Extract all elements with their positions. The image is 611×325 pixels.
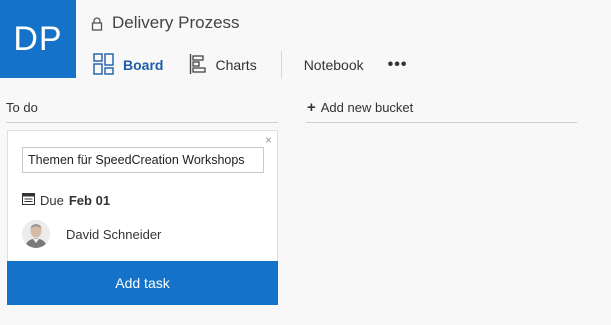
plan-avatar-tile: DP xyxy=(0,0,76,78)
more-button[interactable]: ••• xyxy=(388,52,408,78)
new-task-card: × Due Feb 01 xyxy=(7,130,278,305)
add-new-bucket-button[interactable]: + Add new bucket xyxy=(307,100,413,115)
tab-board-label: Board xyxy=(123,57,164,73)
plan-title: Delivery Prozess xyxy=(91,12,240,34)
bucket-divider-todo xyxy=(6,122,278,123)
more-icon: ••• xyxy=(387,56,408,73)
assignee-row[interactable]: David Schneider xyxy=(22,219,161,249)
view-nav: Board Charts Notebook ••• xyxy=(93,51,408,79)
close-icon[interactable]: × xyxy=(265,134,272,146)
tab-charts-label: Charts xyxy=(215,57,257,73)
plus-icon: + xyxy=(307,99,316,116)
bucket-divider-new xyxy=(306,122,577,123)
planner-board-view: DP Delivery Prozess Board Charts Noteboo… xyxy=(0,0,611,325)
task-title-input[interactable] xyxy=(22,147,264,173)
assignee-name: David Schneider xyxy=(66,226,162,242)
plan-title-text: Delivery Prozess xyxy=(112,13,240,32)
tab-notebook-label: Notebook xyxy=(303,57,364,73)
tab-notebook[interactable]: Notebook xyxy=(304,52,364,78)
tab-charts[interactable]: Charts xyxy=(189,52,257,78)
tab-board[interactable]: Board xyxy=(93,52,163,78)
due-date-value: Feb 01 xyxy=(68,192,111,208)
add-new-bucket-label: Add new bucket xyxy=(320,100,414,115)
charts-icon xyxy=(189,53,207,78)
lock-icon xyxy=(91,16,103,31)
nav-divider xyxy=(280,51,282,79)
bucket-title-todo[interactable]: To do xyxy=(6,100,38,116)
assignee-avatar xyxy=(22,220,50,248)
due-date-row[interactable]: Due Feb 01 xyxy=(22,192,110,208)
calendar-icon xyxy=(22,192,35,208)
add-task-button[interactable]: Add task xyxy=(7,261,278,305)
due-prefix: Due xyxy=(40,192,64,208)
board-icon xyxy=(93,52,115,78)
